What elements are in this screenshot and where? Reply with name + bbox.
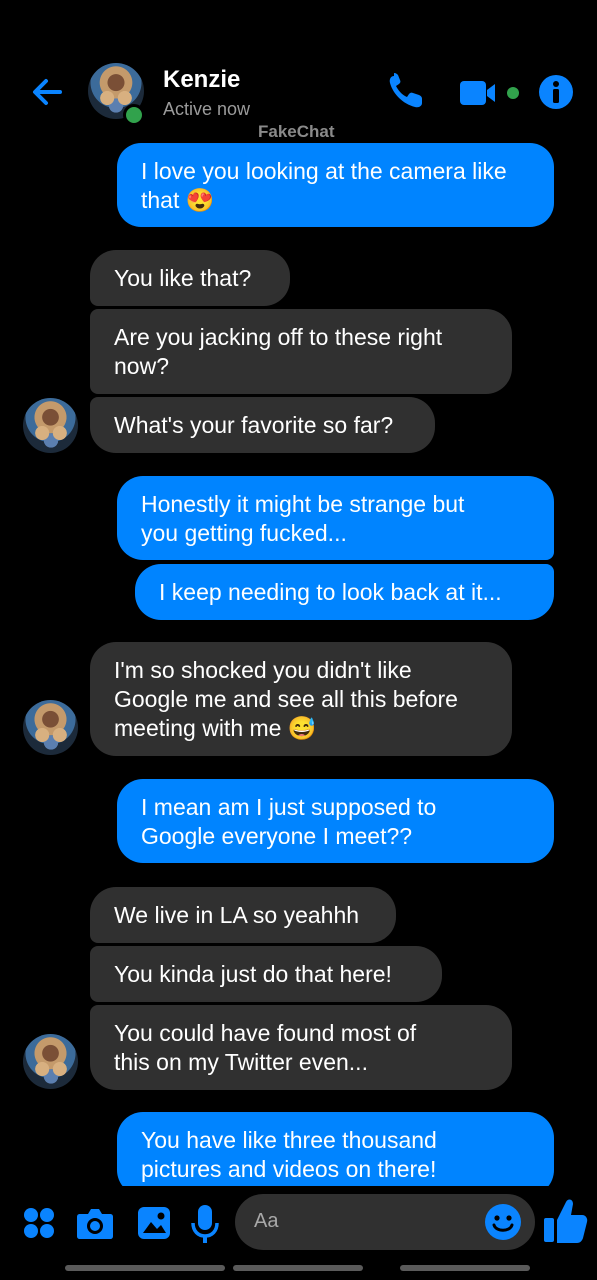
sender-avatar[interactable] <box>23 398 78 453</box>
camera-icon[interactable] <box>76 1206 114 1240</box>
phone-icon[interactable] <box>385 72 427 112</box>
message-line: I'm so shocked you didn't like <box>114 657 412 683</box>
message-line: Google me and see all this before <box>114 686 458 712</box>
message-bubble[interactable]: We live in LA so yeahhh <box>90 887 396 943</box>
system-nav-bar <box>400 1265 530 1271</box>
gallery-icon[interactable] <box>136 1205 172 1241</box>
info-icon[interactable] <box>538 74 574 110</box>
apps-grid-icon[interactable] <box>22 1206 56 1240</box>
message-line: I keep needing to look back at it... <box>159 579 502 605</box>
message-bubble[interactable]: Are you jacking off to these right now? <box>90 309 512 394</box>
online-indicator <box>123 104 145 126</box>
message-line: I mean am I just supposed to <box>141 794 437 820</box>
system-nav-bar <box>233 1265 363 1271</box>
message-line: What's your favorite so far? <box>114 412 394 438</box>
message-line: meeting with me 😅 <box>114 715 317 741</box>
microphone-icon[interactable] <box>190 1203 220 1245</box>
message-line: you getting fucked... <box>141 520 347 546</box>
watermark: FakeChat <box>258 122 335 141</box>
message-line: now? <box>114 353 169 379</box>
thumbs-up-icon[interactable] <box>542 1196 588 1246</box>
message-line: You like that? <box>114 265 252 291</box>
message-line: that 😍 <box>141 187 215 213</box>
message-line: Google everyone I meet?? <box>141 823 413 849</box>
active-status: Active now <box>163 99 251 119</box>
message-line: Honestly it might be strange but <box>141 491 465 517</box>
message-input-placeholder: Aa <box>254 1210 279 1232</box>
message-line: You kinda just do that here! <box>114 961 392 987</box>
message-line: We live in LA so yeahhh <box>114 902 360 928</box>
message-bubble[interactable]: I love you looking at the camera like th… <box>117 143 554 227</box>
chat-header: Kenzie Active now FakeChat <box>0 0 597 141</box>
video-camera-icon[interactable] <box>458 76 524 110</box>
sender-avatar[interactable] <box>23 700 78 755</box>
sender-avatar[interactable] <box>23 1034 78 1089</box>
message-bubble[interactable]: I keep needing to look back at it... <box>135 564 554 620</box>
message-bubble[interactable]: You kinda just do that here! <box>90 946 442 1002</box>
message-line: Are you jacking off to these right <box>114 324 443 350</box>
message-bubble[interactable]: What's your favorite so far? <box>90 397 435 453</box>
message-bubble[interactable]: You have like three thousand pictures an… <box>117 1112 554 1196</box>
message-line: You have like three thousand <box>141 1127 437 1153</box>
message-bubble[interactable]: You like that? <box>90 250 290 306</box>
message-bubble[interactable]: I'm so shocked you didn't like Google me… <box>90 642 512 756</box>
emoji-icon[interactable] <box>484 1203 522 1241</box>
message-bubble[interactable]: Honestly it might be strange but you get… <box>117 476 554 560</box>
message-line: this on my Twitter even... <box>114 1049 368 1075</box>
message-bubble[interactable]: You could have found most of this on my … <box>90 1005 512 1090</box>
message-line: pictures and videos on there! <box>141 1156 437 1182</box>
back-arrow-icon[interactable] <box>28 72 68 112</box>
message-bubble[interactable]: I mean am I just supposed to Google ever… <box>117 779 554 863</box>
message-line: I love you looking at the camera like <box>141 158 507 184</box>
system-nav-bar <box>65 1265 225 1271</box>
contact-name[interactable]: Kenzie <box>163 66 240 94</box>
message-line: You could have found most of <box>114 1020 417 1046</box>
